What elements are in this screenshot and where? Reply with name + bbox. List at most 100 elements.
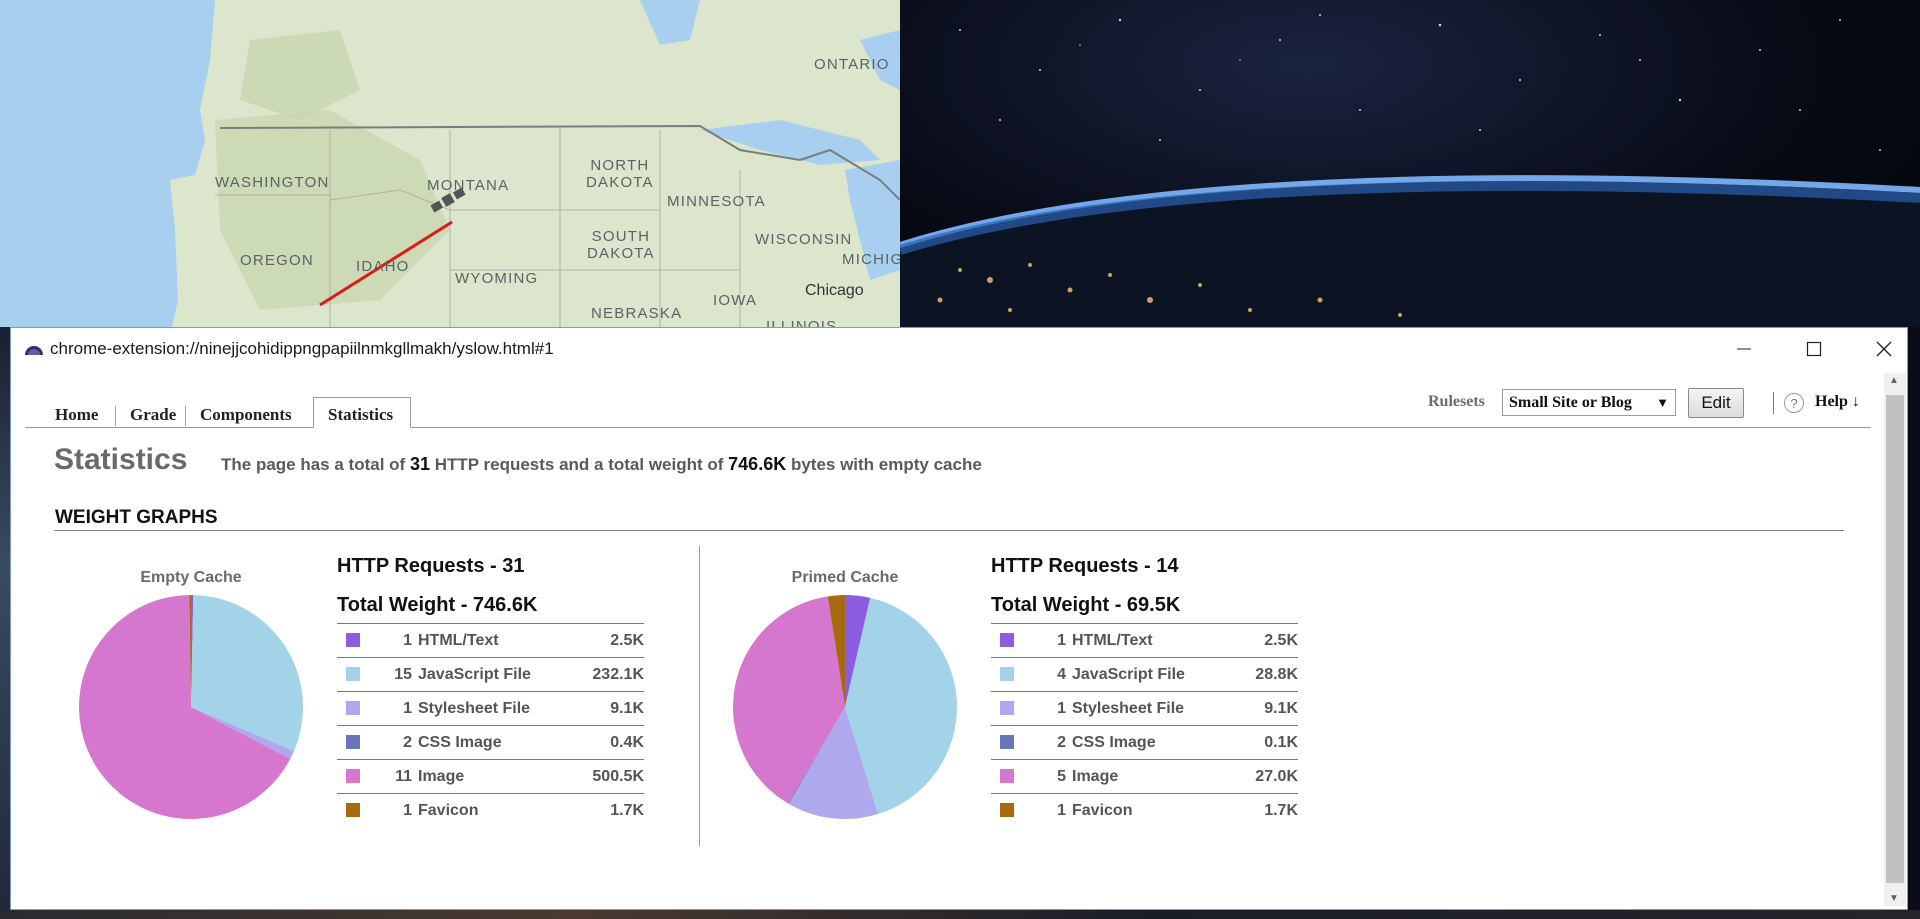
component-weight: 2.5K bbox=[573, 623, 644, 658]
vertical-scrollbar[interactable]: ▲ ▼ bbox=[1884, 373, 1906, 906]
component-count: 15 bbox=[376, 657, 418, 692]
primed-cache-breakdown-table: 1 HTML/Text 2.5K 4 JavaScript File 28.8K 1 Styl… bbox=[991, 623, 1298, 827]
map-label-wisconsin: WISCONSIN bbox=[755, 231, 853, 248]
component-type: Favicon bbox=[418, 793, 574, 827]
component-type: JavaScript File bbox=[418, 657, 574, 692]
map-label-michigan: MICHIG bbox=[842, 251, 900, 268]
component-count: 11 bbox=[376, 759, 418, 794]
maximize-button[interactable] bbox=[1779, 328, 1849, 370]
scroll-up-arrow-icon[interactable]: ▲ bbox=[1889, 375, 1899, 386]
earth-horizon-graphic bbox=[900, 14, 1920, 327]
yslow-app-icon bbox=[25, 346, 43, 355]
map-background: ONTARIO WASHINGTON MONTANA NORTH DAKOTA … bbox=[0, 0, 900, 327]
map-label-nebraska: NEBRASKA bbox=[591, 305, 683, 322]
rulesets-label: Rulesets bbox=[1428, 393, 1485, 410]
edit-button[interactable]: Edit bbox=[1688, 388, 1744, 418]
window-title: chrome-extension://ninejjcohidippngpapii… bbox=[50, 339, 554, 358]
map-label-ontario: ONTARIO bbox=[814, 56, 890, 73]
primed-cache-label: Primed Cache bbox=[791, 569, 899, 586]
tab-components[interactable]: Components bbox=[186, 402, 306, 427]
rulesets-dropdown[interactable]: Small Site or Blog ▼ bbox=[1502, 389, 1676, 416]
help-question-icon[interactable]: ? bbox=[1784, 393, 1804, 413]
title-bar[interactable]: chrome-extension://ninejjcohidippngpapii… bbox=[11, 328, 1907, 370]
legend-swatch bbox=[346, 735, 360, 750]
empty-cache-row: 1 HTML/Text 2.5K bbox=[337, 623, 644, 658]
minimize-icon bbox=[1737, 348, 1751, 350]
legend-swatch-cell bbox=[337, 793, 376, 827]
legend-swatch-cell bbox=[337, 657, 376, 692]
component-type: CSS Image bbox=[418, 725, 574, 760]
legend-swatch bbox=[346, 667, 360, 682]
legend-swatch bbox=[1000, 769, 1014, 784]
component-weight: 9.1K bbox=[573, 691, 644, 726]
map-label-oregon: OREGON bbox=[240, 252, 314, 269]
empty-cache-label: Empty Cache bbox=[140, 569, 242, 586]
legend-swatch-cell bbox=[991, 691, 1030, 726]
component-count: 5 bbox=[1030, 759, 1072, 794]
empty-cache-row: 15 JavaScript File 232.1K bbox=[337, 657, 644, 692]
primed-cache-row: 4 JavaScript File 28.8K bbox=[991, 657, 1298, 692]
map-label-idaho: IDAHO bbox=[356, 258, 410, 275]
toolbar-separator bbox=[1773, 392, 1774, 414]
primed-cache-row: 1 HTML/Text 2.5K bbox=[991, 623, 1298, 658]
legend-swatch bbox=[1000, 633, 1014, 648]
legend-swatch bbox=[1000, 701, 1014, 716]
component-weight: 500.5K bbox=[573, 759, 644, 794]
space-earth-background bbox=[900, 0, 1920, 327]
desktop-background-edge bbox=[0, 327, 10, 917]
legend-swatch bbox=[346, 769, 360, 784]
component-weight: 27.0K bbox=[1235, 759, 1298, 794]
map-label-minnesota: MINNESOTA bbox=[667, 193, 766, 210]
legend-swatch-cell bbox=[991, 793, 1030, 827]
legend-swatch-cell bbox=[991, 657, 1030, 692]
component-weight: 0.1K bbox=[1235, 725, 1298, 760]
component-type: Stylesheet File bbox=[1072, 691, 1236, 726]
map-label-washington: WASHINGTON bbox=[215, 174, 330, 191]
legend-swatch bbox=[346, 701, 360, 716]
map-label-wyoming: WYOMING bbox=[455, 270, 539, 287]
component-weight: 28.8K bbox=[1235, 657, 1298, 692]
component-type: JavaScript File bbox=[1072, 657, 1236, 692]
help-link[interactable]: Help ↓ bbox=[1815, 393, 1860, 411]
summary-suffix: bytes with empty cache bbox=[790, 455, 982, 474]
statistics-summary: The page has a total of 31 HTTP requests… bbox=[221, 454, 982, 475]
component-weight: 1.7K bbox=[1235, 793, 1298, 827]
legend-swatch bbox=[346, 633, 360, 648]
scrollbar-thumb[interactable] bbox=[1886, 395, 1904, 883]
component-count: 2 bbox=[1030, 725, 1072, 760]
empty-cache-row: 1 Stylesheet File 9.1K bbox=[337, 691, 644, 726]
component-count: 1 bbox=[1030, 793, 1072, 827]
component-type: HTML/Text bbox=[418, 623, 574, 658]
empty-cache-pie-chart bbox=[79, 595, 303, 819]
summary-total-weight: 746.6K bbox=[728, 454, 787, 474]
component-count: 1 bbox=[376, 691, 418, 726]
scroll-down-arrow-icon[interactable]: ▼ bbox=[1889, 893, 1899, 904]
map-label-iowa: IOWA bbox=[713, 292, 758, 309]
summary-request-count: 31 bbox=[409, 454, 430, 474]
legend-swatch bbox=[1000, 667, 1014, 682]
close-button[interactable] bbox=[1849, 328, 1919, 370]
empty-cache-weight-heading: Total Weight - 746.6K bbox=[337, 594, 538, 616]
empty-cache-row: 1 Favicon 1.7K bbox=[337, 793, 644, 827]
component-type: Image bbox=[418, 759, 574, 794]
component-type: CSS Image bbox=[1072, 725, 1236, 760]
empty-cache-requests-heading: HTTP Requests - 31 bbox=[337, 555, 525, 577]
tab-statistics[interactable]: Statistics bbox=[313, 397, 411, 428]
map-label-chicago: Chicago bbox=[805, 282, 864, 299]
primed-cache-requests-heading: HTTP Requests - 14 bbox=[991, 555, 1179, 577]
legend-swatch-cell bbox=[991, 759, 1030, 794]
minimize-button[interactable] bbox=[1709, 328, 1779, 370]
component-weight: 0.4K bbox=[573, 725, 644, 760]
component-type: Favicon bbox=[1072, 793, 1236, 827]
map-label-south-dakota: SOUTH DAKOTA bbox=[587, 228, 655, 262]
tab-home[interactable]: Home bbox=[41, 402, 112, 427]
tab-grade[interactable]: Grade bbox=[116, 402, 190, 427]
page-title: Statistics bbox=[54, 443, 188, 476]
component-count: 1 bbox=[1030, 691, 1072, 726]
map-graphic bbox=[0, 0, 900, 327]
empty-cache-breakdown-table: 1 HTML/Text 2.5K 15 JavaScript File 232.1K 1 St… bbox=[337, 623, 644, 827]
empty-cache-row: 11 Image 500.5K bbox=[337, 759, 644, 794]
primed-cache-pie-chart bbox=[733, 595, 957, 819]
component-count: 2 bbox=[376, 725, 418, 760]
legend-swatch bbox=[1000, 803, 1014, 818]
